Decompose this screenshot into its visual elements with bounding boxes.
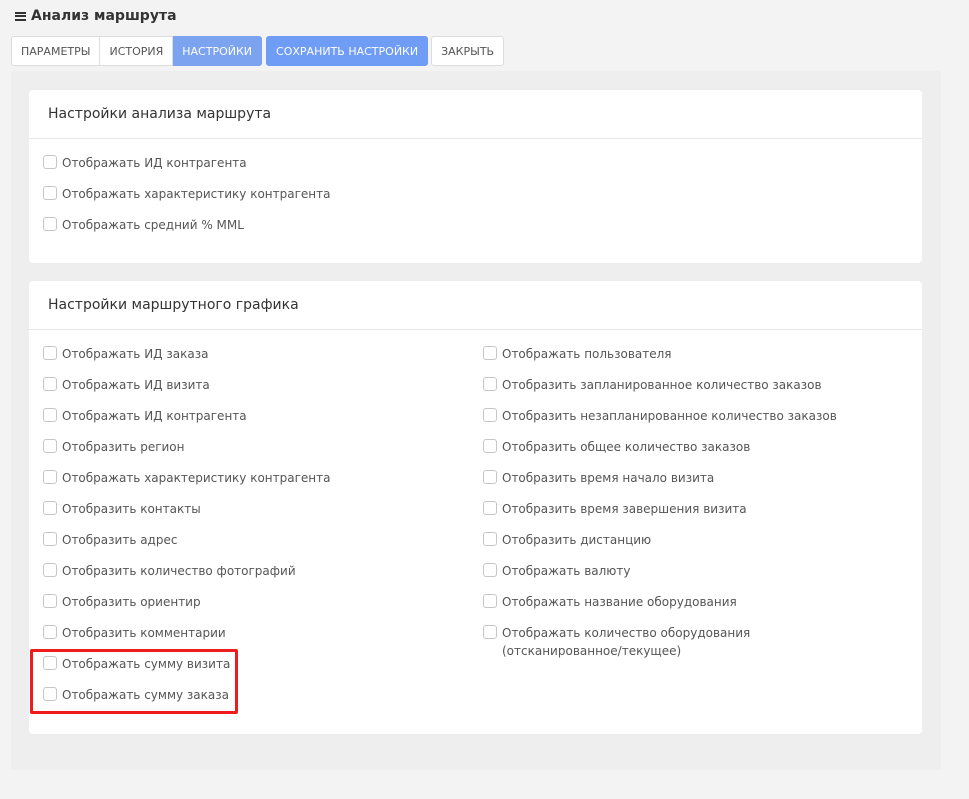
checkbox[interactable] — [43, 687, 57, 701]
checkbox-label: Отображать ИД заказа — [62, 347, 209, 361]
checkbox-label: Отобразить ориентир — [62, 595, 201, 609]
checkbox[interactable] — [483, 594, 497, 608]
checkbox[interactable] — [483, 625, 497, 639]
checkbox-label: Отобразить незапланированное количество … — [502, 409, 837, 423]
page-title: Анализ маршрута — [31, 8, 177, 24]
checkbox[interactable] — [43, 625, 57, 639]
checkbox-label: Отобразить количество фотографий — [62, 564, 296, 578]
tab-settings[interactable]: НАСТРОЙКИ — [173, 36, 263, 66]
checkbox-label: Отображать сумму заказа — [62, 688, 229, 702]
checkbox-option[interactable]: Отобразить адрес — [43, 531, 177, 549]
checkbox[interactable] — [483, 408, 497, 422]
checkbox[interactable] — [43, 501, 57, 515]
checkbox-option[interactable]: Отображать характеристику контрагента — [43, 185, 330, 203]
toolbar: ПАРАМЕТРЫ ИСТОРИЯ НАСТРОЙКИ СОХРАНИТЬ НА… — [11, 36, 505, 66]
checkbox-label: Отображать ИД визита — [62, 378, 210, 392]
checkbox-label: Отображать средний % MML — [62, 218, 244, 232]
checkbox[interactable] — [43, 346, 57, 360]
checkbox[interactable] — [43, 377, 57, 391]
checkbox-option[interactable]: Отображать характеристику контрагента — [43, 469, 330, 487]
checkbox[interactable] — [43, 532, 57, 546]
checkbox-option[interactable]: Отобразить комментарии — [43, 624, 226, 642]
checkbox[interactable] — [483, 346, 497, 360]
checkbox-label: Отобразить дистанцию — [502, 533, 652, 547]
checkbox-label: Отображать сумму визита — [62, 657, 231, 671]
checkbox-option[interactable]: Отобразить незапланированное количество … — [483, 407, 868, 425]
checkbox-option[interactable]: Отобразить ориентир — [43, 593, 201, 611]
route-schedule-card: Настройки маршрутного графика Отображать… — [29, 281, 922, 734]
checkbox-option[interactable]: Отобразить регион — [43, 438, 185, 456]
route-schedule-title: Настройки маршрутного графика — [29, 281, 922, 330]
checkbox-option[interactable]: Отображать средний % MML — [43, 216, 244, 234]
checkbox-option[interactable]: Отобразить контакты — [43, 500, 201, 518]
checkbox-option[interactable]: Отобразить общее количество заказов — [483, 438, 868, 456]
checkbox-label: Отобразить адрес — [62, 533, 178, 547]
checkbox[interactable] — [483, 532, 497, 546]
checkbox[interactable] — [43, 217, 57, 231]
checkbox[interactable] — [483, 470, 497, 484]
checkbox-label: Отображать валюту — [502, 564, 631, 578]
checkbox-label: Отображать характеристику контрагента — [62, 471, 331, 485]
checkbox[interactable] — [43, 563, 57, 577]
checkbox-label: Отобразить общее количество заказов — [502, 440, 751, 454]
checkbox[interactable] — [43, 470, 57, 484]
checkbox-label: Отобразить запланированное количество за… — [502, 378, 822, 392]
checkbox-option[interactable]: Отображать пользователя — [483, 345, 868, 363]
checkbox-option[interactable]: Отображать ИД контрагента — [43, 407, 247, 425]
checkbox-label: Отображать характеристику контрагента — [62, 187, 331, 201]
route-analysis-title: Настройки анализа маршрута — [29, 90, 922, 139]
checkbox[interactable] — [43, 439, 57, 453]
checkbox-label: Отобразить регион — [62, 440, 185, 454]
checkbox-option[interactable]: Отображать сумму заказа — [43, 686, 229, 704]
checkbox[interactable] — [43, 656, 57, 670]
checkbox-label: Отображать ИД контрагента — [62, 409, 247, 423]
checkbox-option[interactable]: Отобразить количество фотографий — [43, 562, 296, 580]
checkbox[interactable] — [483, 377, 497, 391]
checkbox-option[interactable]: Отображать валюту — [483, 562, 868, 580]
checkbox-label: Отобразить время начало визита — [502, 471, 715, 485]
checkbox[interactable] — [483, 563, 497, 577]
checkbox-label: Отобразить время завершения визита — [502, 502, 747, 516]
tab-history[interactable]: ИСТОРИЯ — [100, 36, 174, 66]
main-panel: Настройки анализа маршрута Отображать ИД… — [11, 71, 941, 770]
checkbox-label: Отобразить контакты — [62, 502, 201, 516]
tab-params[interactable]: ПАРАМЕТРЫ — [11, 36, 101, 66]
checkbox-option[interactable]: Отображать ИД заказа — [43, 345, 208, 363]
checkbox-label: Отображать количество оборудования (отск… — [502, 626, 751, 658]
checkbox[interactable] — [483, 439, 497, 453]
route-analysis-card: Настройки анализа маршрута Отображать ИД… — [29, 90, 922, 263]
menu-icon[interactable] — [15, 11, 26, 21]
checkbox-option[interactable]: Отобразить запланированное количество за… — [483, 376, 868, 394]
checkbox[interactable] — [43, 594, 57, 608]
checkbox-label: Отобразить комментарии — [62, 626, 226, 640]
checkbox[interactable] — [43, 186, 57, 200]
checkbox-option[interactable]: Отображать ИД контрагента — [43, 154, 247, 172]
checkbox-label: Отображать пользователя — [502, 347, 672, 361]
page-header: Анализ маршрута — [15, 6, 177, 26]
checkbox-option[interactable]: Отображать название оборудования — [483, 593, 868, 611]
checkbox[interactable] — [43, 408, 57, 422]
save-settings-button[interactable]: СОХРАНИТЬ НАСТРОЙКИ — [266, 36, 429, 66]
checkbox-label: Отображать название оборудования — [502, 595, 737, 609]
checkbox-option[interactable]: Отображать количество оборудования (отск… — [483, 624, 868, 660]
checkbox-option[interactable]: Отобразить время завершения визита — [483, 500, 868, 518]
checkbox-option[interactable]: Отобразить время начало визита — [483, 469, 868, 487]
checkbox-label: Отображать ИД контрагента — [62, 156, 247, 170]
checkbox-option[interactable]: Отображать ИД визита — [43, 376, 210, 394]
checkbox[interactable] — [43, 155, 57, 169]
checkbox-option[interactable]: Отображать сумму визита — [43, 655, 230, 673]
checkbox[interactable] — [483, 501, 497, 515]
checkbox-option[interactable]: Отобразить дистанцию — [483, 531, 868, 549]
close-button[interactable]: ЗАКРЫТЬ — [431, 36, 505, 66]
